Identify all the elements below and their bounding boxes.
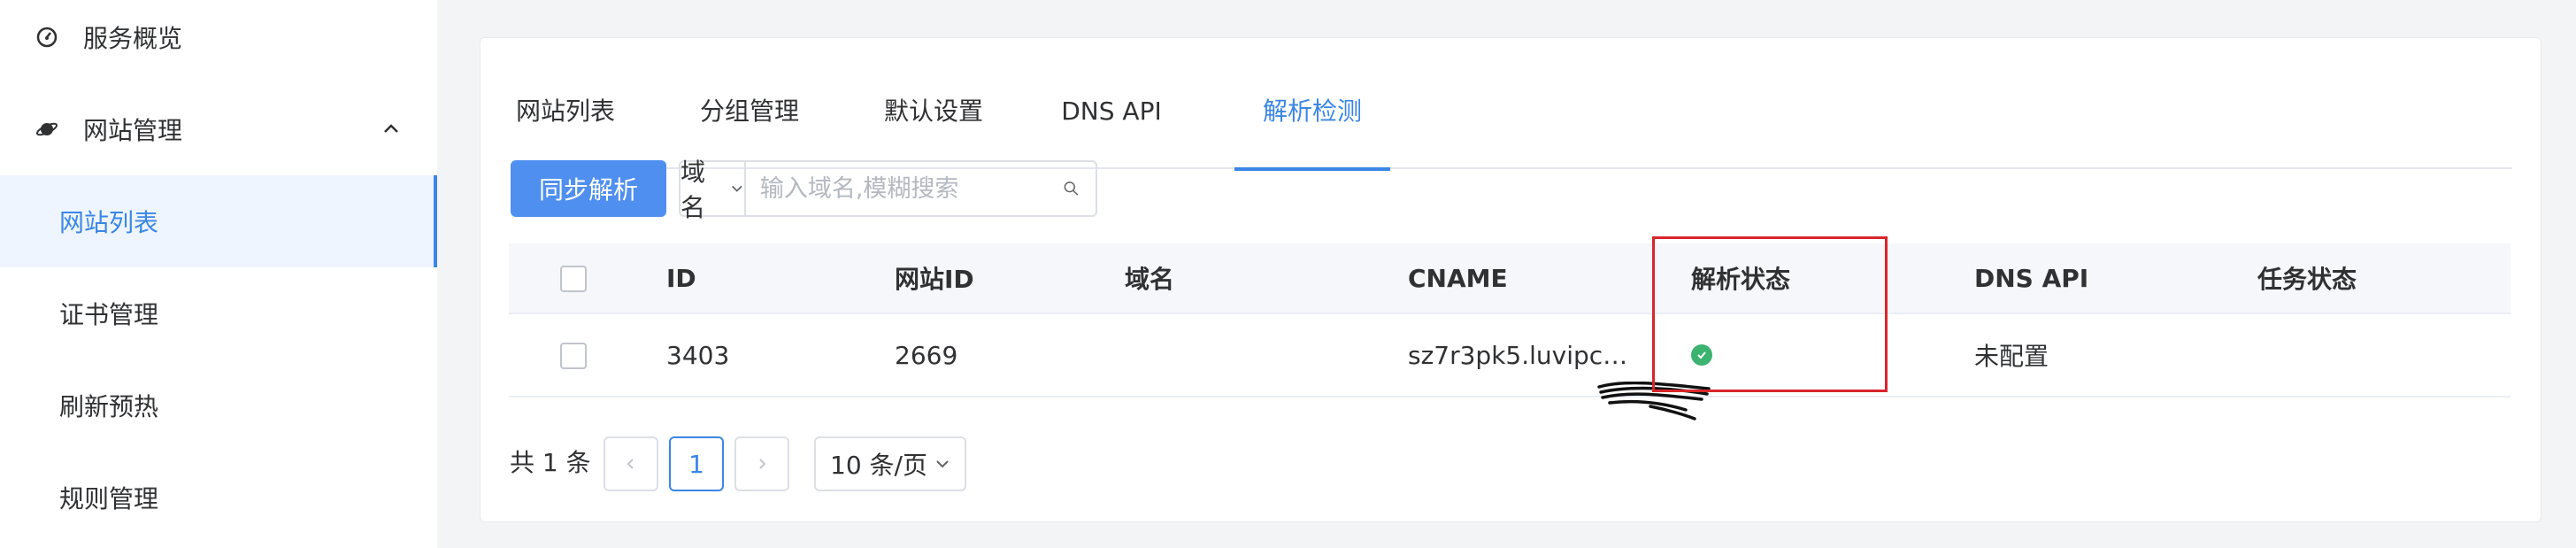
sidebar-item-label: 网站管理: [83, 116, 183, 145]
sidebar-item-certificates[interactable]: 证书管理: [0, 267, 437, 359]
tab-resolution-check[interactable]: 解析检测: [1234, 81, 1390, 171]
search-field-select[interactable]: 域名: [681, 158, 746, 222]
cell-cname: sz7r3pk5.luvipc…: [1408, 340, 1628, 370]
sidebar-item-label: 刷新预热: [59, 392, 159, 421]
search-field-label: 域名: [681, 158, 706, 222]
chevron-down-icon: [732, 185, 742, 192]
header-id: ID: [666, 263, 696, 293]
sidebar-item-site-management[interactable]: 网站管理: [0, 83, 437, 175]
dashboard-icon: [35, 26, 58, 49]
table-header: ID 网站ID 域名 CNAME 解析状态 DNS API 任务状态: [509, 243, 2511, 314]
sidebar-item-rules[interactable]: 规则管理: [0, 452, 437, 544]
page-size-label: 10 条/页: [830, 451, 927, 480]
search-input[interactable]: [745, 162, 1063, 215]
sidebar: 服务概览 网站管理 网站列表 证书管理 刷新预热 规则管理: [0, 0, 437, 548]
search-group: 域名: [679, 158, 1097, 222]
search-icon[interactable]: [1063, 174, 1080, 203]
select-all-checkbox[interactable]: [560, 266, 587, 292]
header-dns-api: DNS API: [1974, 263, 2089, 293]
cell-id: 3403: [666, 340, 730, 370]
header-site-id: 网站ID: [895, 265, 974, 294]
chevron-right-icon: [759, 459, 766, 469]
chevron-down-icon: [936, 460, 949, 468]
row-checkbox[interactable]: [560, 343, 587, 369]
tab-site-list[interactable]: 网站列表: [511, 81, 620, 169]
highlight-box: [1652, 236, 1888, 392]
tab-bar: 网站列表 分组管理 默认设置 DNS API 解析检测: [511, 81, 2512, 171]
cell-site-id: 2669: [895, 340, 958, 370]
header-domain: 域名: [1125, 265, 1175, 294]
sync-resolution-button[interactable]: 同步解析: [511, 160, 666, 217]
sidebar-item-refresh-preheat[interactable]: 刷新预热: [0, 359, 437, 452]
sidebar-item-site-list[interactable]: 网站列表: [0, 175, 437, 267]
prev-page-button[interactable]: [604, 436, 658, 491]
chevron-up-icon: [384, 124, 398, 133]
sidebar-item-label: 服务概览: [83, 24, 183, 53]
page-size-select[interactable]: 10 条/页: [814, 436, 966, 491]
sidebar-item-label: 证书管理: [59, 300, 159, 329]
tab-dns-api[interactable]: DNS API: [1052, 81, 1171, 169]
next-page-button[interactable]: [734, 436, 789, 491]
table-row: 3403 2669 sz7r3pk5.luvipc… 未配置: [509, 314, 2511, 397]
header-task-status: 任务状态: [2257, 265, 2357, 294]
sidebar-item-label: 规则管理: [59, 484, 159, 513]
cell-dns-api: 未配置: [1974, 342, 2049, 371]
sidebar-item-label: 网站列表: [59, 208, 159, 237]
header-cname: CNAME: [1408, 263, 1508, 293]
planet-icon: [35, 118, 58, 141]
page-number-button[interactable]: 1: [669, 436, 724, 491]
tab-default-settings[interactable]: 默认设置: [879, 81, 988, 169]
chevron-left-icon: [627, 459, 634, 469]
total-count: 共 1 条: [510, 448, 591, 477]
sidebar-item-overview[interactable]: 服务概览: [0, 0, 437, 83]
